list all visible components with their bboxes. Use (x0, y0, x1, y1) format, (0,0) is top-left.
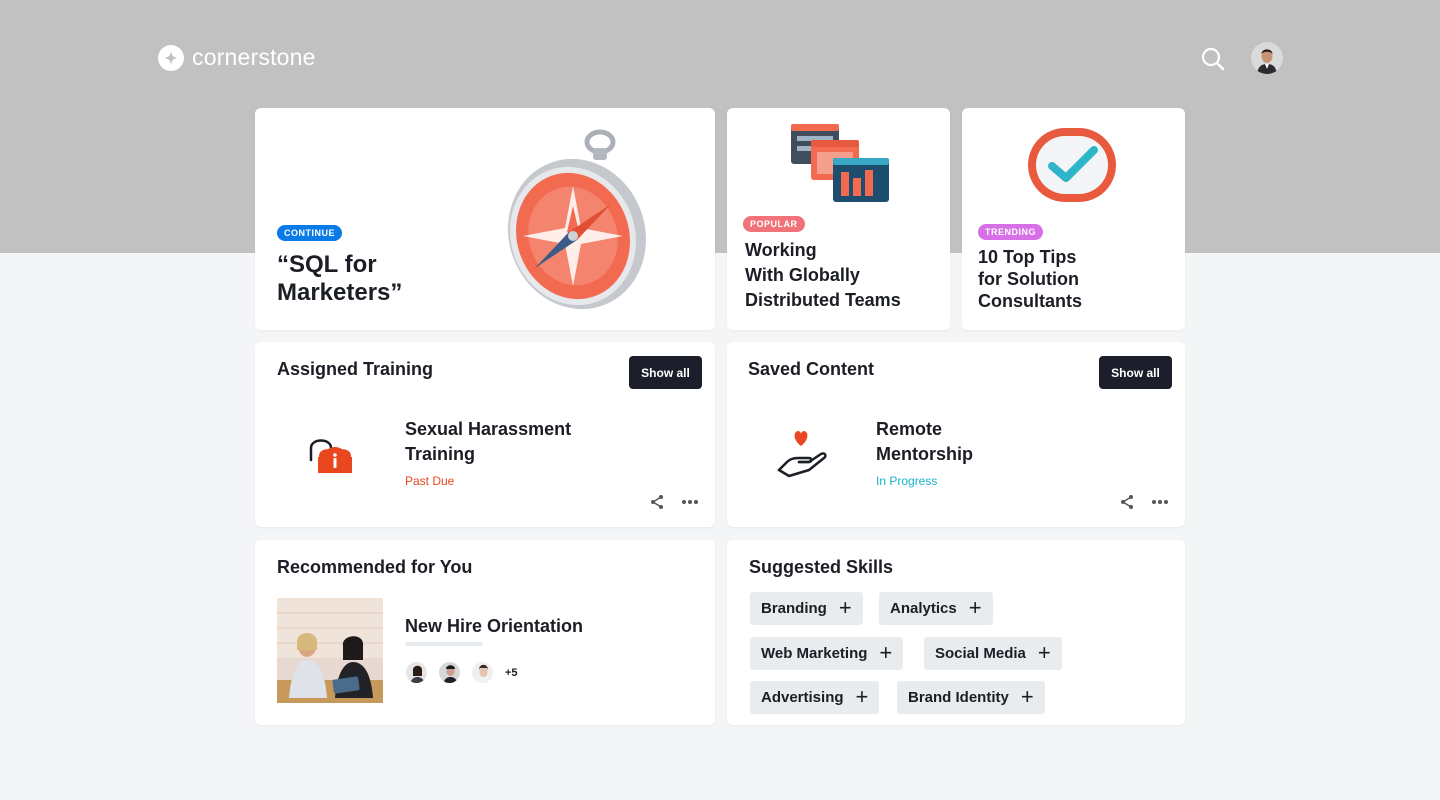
trending-title: 10 Top Tips for Solution Consultants (978, 246, 1082, 312)
hand-heart-icon (777, 431, 827, 478)
recommended-title: Recommended for You (277, 557, 473, 577)
popular-content-card[interactable]: POPULAR Working With Globally Distribute… (727, 108, 950, 330)
header-band (0, 0, 1440, 253)
cornerstone-logo-icon (158, 44, 184, 71)
assigned-show-all-button[interactable]: Show all (629, 356, 702, 389)
learner-avatar (471, 661, 494, 684)
assigned-training-card: Assigned Training Show all Sexual Harass… (255, 342, 715, 527)
popular-title: Working With Globally Distributed Teams (745, 238, 901, 313)
more-learners-count: +5 (505, 667, 518, 679)
dashboard-windows-illustration (791, 124, 889, 202)
saved-show-all-button[interactable]: Show all (1099, 356, 1172, 389)
assigned-training-title: Assigned Training (277, 359, 434, 379)
trending-badge: TRENDING (978, 224, 1043, 240)
assigned-item-line-1: Sexual Harassment (405, 419, 572, 439)
assigned-item-title[interactable]: Sexual Harassment Training (405, 417, 571, 467)
trending-title-line-1: 10 Top Tips (978, 247, 1077, 267)
continue-badge: CONTINUE (277, 225, 342, 241)
in-progress-status: In Progress (876, 474, 938, 488)
skill-chip-brand-identity[interactable]: Brand Identity + (897, 681, 1045, 714)
search-icon[interactable] (1200, 46, 1226, 72)
skill-chip-branding[interactable]: Branding + (750, 592, 863, 625)
course-title-line-1: “SQL for (277, 251, 377, 278)
skill-chip-advertising[interactable]: Advertising + (750, 681, 880, 714)
continue-course-card[interactable]: CONTINUE “SQL for Marketers” (255, 108, 715, 330)
suggested-skills-title: Suggested Skills (749, 557, 894, 577)
saved-item-title[interactable]: Remote Mentorship (876, 417, 973, 467)
skill-label: Social Media (935, 645, 1026, 662)
popular-title-line-2: With Globally (745, 265, 860, 285)
learner-avatar (405, 661, 428, 684)
past-due-status: Past Due (405, 474, 455, 488)
saved-content-title: Saved Content (748, 359, 875, 379)
trending-content-card[interactable]: TRENDING 10 Top Tips for Solution Consul… (962, 108, 1185, 330)
add-icon: + (1020, 683, 1034, 709)
saved-item-line-1: Remote (876, 419, 943, 439)
share-icon[interactable] (1117, 494, 1137, 510)
share-icon[interactable] (647, 494, 667, 510)
add-icon: + (855, 683, 869, 709)
skill-label: Advertising (761, 689, 844, 706)
recommended-item-title[interactable]: New Hire Orientation (405, 614, 583, 639)
skill-chip-social-media[interactable]: Social Media + (924, 637, 1062, 670)
more-options-icon[interactable] (1150, 494, 1170, 510)
add-icon: + (968, 594, 982, 620)
course-thumbnail[interactable] (277, 598, 383, 703)
course-title-line-2: Marketers” (277, 279, 403, 306)
course-title: “SQL for Marketers” (277, 251, 402, 307)
skill-label: Analytics (890, 600, 957, 617)
user-avatar[interactable] (1251, 42, 1283, 74)
recommended-card: Recommended for You New Hire Orientation… (255, 540, 715, 725)
add-icon: + (879, 639, 893, 665)
popular-title-line-1: Working (745, 240, 817, 260)
skill-label: Brand Identity (908, 689, 1009, 706)
skill-chip-web-marketing[interactable]: Web Marketing + (750, 637, 904, 670)
trending-title-line-2: for Solution (978, 269, 1079, 289)
checkmark-badge-illustration (1028, 128, 1116, 202)
alert-info-icon (309, 439, 352, 473)
popular-badge: POPULAR (743, 216, 805, 232)
suggested-skills-card: Suggested Skills Branding + Analytics + We… (727, 540, 1185, 725)
saved-item-line-2: Mentorship (876, 444, 973, 464)
add-icon: + (838, 594, 852, 620)
more-options-icon[interactable] (680, 494, 700, 510)
skill-label: Branding (761, 600, 827, 617)
trending-title-line-3: Consultants (978, 291, 1083, 311)
assigned-item-line-2: Training (405, 444, 476, 464)
brand-name: cornerstone (192, 44, 316, 70)
add-icon: + (1037, 639, 1051, 665)
saved-content-card: Saved Content Show all Remote Mentorship… (727, 342, 1185, 527)
brand-logo[interactable]: cornerstone (158, 44, 316, 71)
skill-label: Web Marketing (761, 645, 868, 662)
learner-avatar (438, 661, 461, 684)
skill-chip-analytics[interactable]: Analytics + (879, 592, 993, 625)
progress-bar-track (405, 642, 483, 646)
compass-illustration (508, 129, 646, 310)
popular-title-line-3: Distributed Teams (745, 290, 901, 310)
